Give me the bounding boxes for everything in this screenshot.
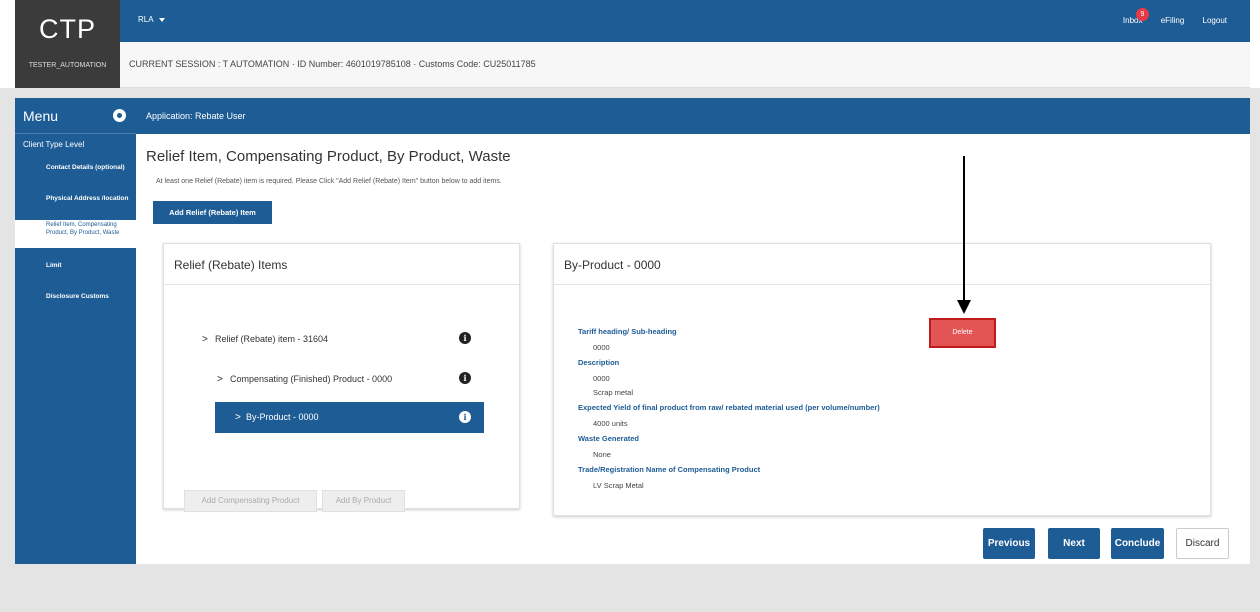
tree-item-relief-item[interactable]: > Relief (Rebate) item - 31604 i [202,324,482,354]
detail-panel-title: By-Product - 0000 [564,258,661,272]
logo-title: CTP [39,14,96,44]
inbox-count-badge: 9 [1135,8,1149,21]
add-compensating-product-button[interactable]: Add Compensating Product [184,490,317,512]
efiling-link[interactable]: eFiling [1161,16,1185,25]
field-value-waste-generated: None [593,450,611,459]
page-title: Relief Item, Compensating Product, By Pr… [146,148,511,165]
sidebar-item-physical-address[interactable]: Physical Address /location [46,195,134,203]
top-nav-bar [15,0,1250,42]
chevron-right-icon: > [235,412,241,423]
sidebar: Menu Client Type Level Contact Details (… [15,98,136,564]
by-product-detail-panel: By-Product - 0000 [553,243,1211,516]
content-header: Application: Rebate User [136,98,1250,134]
delete-button[interactable]: Delete [929,318,996,348]
divider [164,284,519,285]
field-label-description: Description [578,358,620,367]
field-label-waste-generated: Waste Generated [578,434,639,443]
add-relief-item-button[interactable]: Add Relief (Rebate) Item [153,201,272,224]
menu-title: Menu [23,108,59,124]
tree-item-by-product-selected[interactable]: > By-Product - 0000 i [215,402,484,433]
top-links: Inbox 9 eFiling Logout [1091,8,1227,25]
rla-dropdown[interactable]: RLA [138,15,165,24]
chevron-right-icon: > [217,374,223,385]
menu-toggle-icon[interactable] [113,109,126,122]
field-value-description-code: 0000 [593,374,610,383]
field-label-expected-yield: Expected Yield of final product from raw… [578,403,880,412]
inbox-link[interactable]: Inbox 9 [1107,8,1149,25]
tree-item-compensating-product[interactable]: > Compensating (Finished) Product - 0000… [217,364,482,394]
chevron-right-icon: > [202,334,208,345]
tree-item-label: Compensating (Finished) Product - 0000 [230,374,393,384]
add-by-product-button[interactable]: Add By Product [322,490,405,512]
info-icon[interactable]: i [459,332,471,344]
sidebar-section-client-type[interactable]: Client Type Level [23,140,84,149]
sidebar-item-limit[interactable]: Limit [46,262,134,270]
tree-item-label: By-Product - 0000 [246,412,319,422]
session-info: CURRENT SESSION : T AUTOMATION · ID Numb… [129,59,536,69]
tree-item-label: Relief (Rebate) item - 31604 [215,334,329,344]
info-icon[interactable]: i [459,411,471,423]
sidebar-item-relief-item[interactable]: Relief Item, Compensating Product, By Pr… [15,220,136,248]
field-value-expected-yield: 4000 units [593,419,628,428]
logout-link[interactable]: Logout [1203,16,1227,25]
discard-button[interactable]: Discard [1176,528,1229,559]
field-label-trade-name: Trade/Registration Name of Compensating … [578,465,761,474]
sidebar-item-contact-details[interactable]: Contact Details (optional) [46,164,134,172]
application-label: Application: Rebate User [146,111,246,121]
menu-header: Menu [15,98,136,134]
session-bar: CURRENT SESSION : T AUTOMATION · ID Numb… [120,42,1250,88]
field-label-tariff: Tariff heading/ Sub-heading [578,327,677,336]
field-value-trade-name: LV Scrap Metal [593,481,644,490]
app-logo: CTP TESTER_AUTOMATION [15,0,120,88]
sidebar-item-relief-item-label: Relief Item, Compensating Product, By Pr… [46,222,120,236]
rla-dropdown-label: RLA [138,15,154,24]
sidebar-item-disclosure-customs[interactable]: Disclosure Customs [46,293,134,301]
annotation-arrow-head [957,300,971,314]
previous-button[interactable]: Previous [983,528,1035,559]
annotation-arrow-line [963,156,965,301]
info-icon[interactable]: i [459,372,471,384]
relief-items-panel-title: Relief (Rebate) Items [174,258,288,272]
conclude-button[interactable]: Conclude [1111,528,1164,559]
divider [554,284,1210,285]
page-hint: At least one Relief (Rebate) item is req… [156,178,502,185]
next-button[interactable]: Next [1048,528,1100,559]
field-value-description-text: Scrap metal [593,388,634,397]
field-value-tariff: 0000 [593,343,610,352]
caret-down-icon [158,17,165,22]
logged-in-user: TESTER_AUTOMATION [28,62,107,69]
